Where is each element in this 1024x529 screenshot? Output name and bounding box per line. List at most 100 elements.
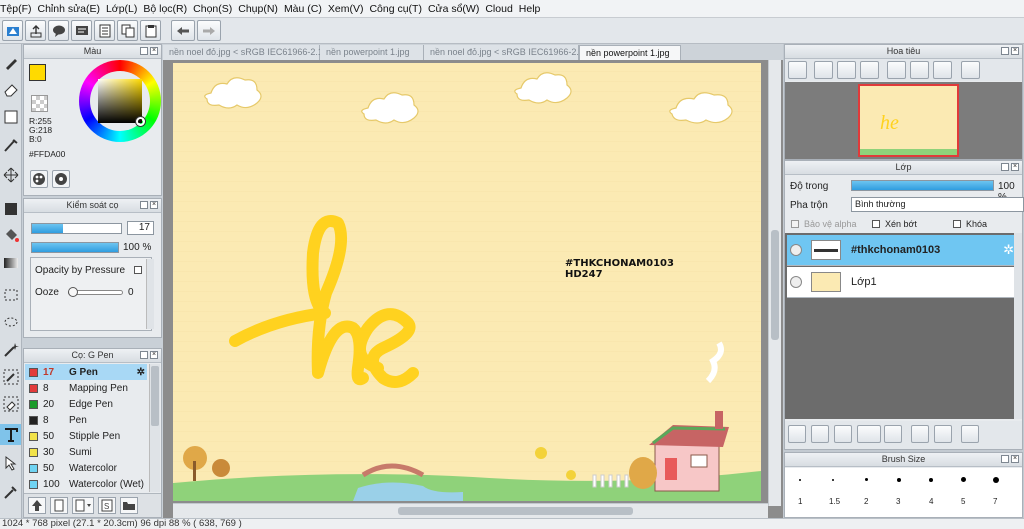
panel-close-icon[interactable]: × — [150, 201, 158, 209]
navigator-preview[interactable]: he — [858, 84, 959, 157]
panel-close-icon[interactable]: × — [150, 47, 158, 55]
visibility-eye-icon[interactable] — [790, 244, 802, 256]
main-color-swatch[interactable] — [29, 64, 46, 81]
tab-powerpoint-active[interactable]: nền powerpoint 1.jpg — [579, 45, 681, 60]
menu-tools[interactable]: Công cụ(T) — [369, 3, 428, 15]
blend-mode-select[interactable]: Bình thường — [851, 197, 1024, 212]
duplicate-layer-icon[interactable] — [911, 425, 929, 443]
app-logo-button[interactable] — [2, 20, 23, 41]
panel-menu-icon[interactable] — [140, 47, 148, 55]
comment-icon[interactable] — [48, 20, 69, 41]
canvas-text-1[interactable]: #THKCHONAM0103 — [565, 259, 674, 269]
brush-tool-icon[interactable] — [0, 134, 21, 155]
brush-control-scrollbar[interactable] — [146, 259, 154, 329]
menu-view[interactable]: Xem(V) — [328, 3, 370, 15]
canvas-area[interactable]: #THKCHONAM0103 HD247 — [163, 60, 783, 518]
zoom-in-icon[interactable] — [814, 61, 833, 79]
menu-edit[interactable]: Chỉnh sửa(E) — [38, 3, 106, 15]
canvas-text-2[interactable]: HD247 — [565, 270, 603, 280]
brush-item-sumi[interactable]: 30 Sumi — [25, 444, 147, 460]
copy-icon[interactable] — [117, 20, 138, 41]
tab-powerpoint-1[interactable]: nền powerpoint 1.jpg — [320, 45, 424, 60]
new-layer-options-icon[interactable] — [857, 425, 881, 443]
magic-wand-icon[interactable] — [0, 339, 21, 360]
upload-brush-icon[interactable] — [28, 497, 46, 514]
horizontal-scroll-thumb[interactable] — [398, 507, 633, 515]
menu-cloud[interactable]: Cloud — [485, 3, 518, 15]
panel-menu-icon[interactable] — [1001, 455, 1009, 463]
redo-icon[interactable] — [197, 20, 221, 41]
panel-close-icon[interactable]: × — [1011, 163, 1019, 171]
paste-icon[interactable] — [140, 20, 161, 41]
selection-eraser-icon[interactable] — [0, 393, 21, 414]
lasso-tool-icon[interactable] — [0, 312, 21, 333]
eyedropper-tool-icon[interactable] — [0, 481, 21, 502]
rotate-right-icon[interactable] — [933, 61, 952, 79]
panel-menu-icon[interactable] — [140, 351, 148, 359]
panel-menu-icon[interactable] — [1001, 163, 1009, 171]
brush-size-dot-4[interactable] — [929, 478, 933, 482]
undo-icon[interactable] — [171, 20, 195, 41]
flip-icon[interactable] — [910, 61, 929, 79]
menu-capture[interactable]: Chụp(N) — [238, 3, 284, 15]
brush-size-dot-1-5[interactable] — [832, 479, 834, 481]
pen-tool-icon[interactable] — [0, 52, 21, 73]
brush-opacity-slider[interactable] — [31, 242, 119, 253]
saturation-value-square[interactable] — [98, 79, 142, 123]
brush-list-scrollbar[interactable] — [149, 364, 160, 492]
gradient-tool-icon[interactable] — [0, 252, 21, 273]
brush-size-dot-5[interactable] — [961, 477, 966, 482]
new-brush-icon[interactable] — [50, 497, 68, 514]
brush-item-stipple-pen[interactable]: 50 Stipple Pen — [25, 428, 147, 444]
fit-window-icon[interactable] — [837, 61, 856, 79]
brush-size-slider[interactable] — [31, 223, 122, 234]
panel-close-icon[interactable]: × — [1011, 47, 1019, 55]
rotate-left-icon[interactable] — [887, 61, 906, 79]
layer-list-scrollbar[interactable] — [1014, 233, 1022, 419]
visibility-eye-icon[interactable] — [790, 276, 802, 288]
brush-item-watercolor[interactable]: 50 Watercolor — [25, 460, 147, 476]
brush-item-mapping-pen[interactable]: 8 Mapping Pen — [25, 380, 147, 396]
menu-color[interactable]: Màu (C) — [284, 3, 328, 15]
settings-gear-icon[interactable]: ✲ — [137, 367, 145, 378]
menu-select[interactable]: Chọn(S) — [193, 3, 238, 15]
brush-item-g-pen[interactable]: 17 G Pen ✲ — [25, 364, 147, 380]
rectangle-tool-icon[interactable] — [0, 106, 21, 127]
lock-checkbox[interactable] — [953, 220, 961, 228]
document-canvas[interactable]: #THKCHONAM0103 HD247 — [173, 63, 761, 501]
brush-folder-icon[interactable] — [120, 497, 138, 514]
eraser-tool-icon[interactable] — [0, 78, 21, 99]
menu-layer[interactable]: Lớp(L) — [106, 3, 143, 15]
brush-item-watercolor-wet[interactable]: 100 Watercolor (Wet) — [25, 476, 147, 492]
panel-menu-icon[interactable] — [140, 201, 148, 209]
hue-ring[interactable] — [79, 60, 161, 142]
zoom-out-icon[interactable] — [788, 61, 807, 79]
brush-size-input[interactable]: 17 — [127, 221, 154, 235]
palette-icon[interactable] — [30, 170, 48, 188]
color-set-icon[interactable] — [52, 170, 70, 188]
menu-help[interactable]: Help — [519, 3, 547, 15]
object-tool-icon[interactable] — [0, 452, 21, 473]
brush-options-icon[interactable] — [72, 497, 94, 514]
selection-pen-icon[interactable] — [0, 366, 21, 387]
brush-size-dot-3[interactable] — [897, 478, 901, 482]
brush-size-dot-7[interactable] — [993, 477, 999, 483]
transparent-color-swatch[interactable] — [31, 95, 48, 112]
clip-checkbox[interactable] — [872, 220, 880, 228]
opacity-pressure-checkbox[interactable] — [134, 266, 142, 274]
document-icon[interactable] — [94, 20, 115, 41]
new-layer-icon[interactable] — [834, 425, 852, 443]
zoom-actual-icon[interactable] — [860, 61, 879, 79]
brush-settings-icon[interactable]: S — [98, 497, 116, 514]
fill-rect-tool-icon[interactable] — [0, 198, 21, 219]
delete-layer-icon[interactable] — [961, 425, 979, 443]
new-folder-icon[interactable] — [884, 425, 902, 443]
canvas-vertical-scrollbar[interactable] — [768, 60, 781, 506]
panel-close-icon[interactable]: × — [1011, 455, 1019, 463]
move-tool-icon[interactable] — [0, 164, 21, 185]
tab-noel-1[interactable]: nền noel đỏ.jpg < sRGB IEC61966-2.1 > — [163, 45, 331, 60]
brush-item-pen[interactable]: 8 Pen — [25, 412, 147, 428]
brush-size-dot-2[interactable] — [865, 478, 868, 481]
panel-menu-icon[interactable] — [1001, 47, 1009, 55]
bucket-tool-icon[interactable] — [0, 224, 21, 245]
